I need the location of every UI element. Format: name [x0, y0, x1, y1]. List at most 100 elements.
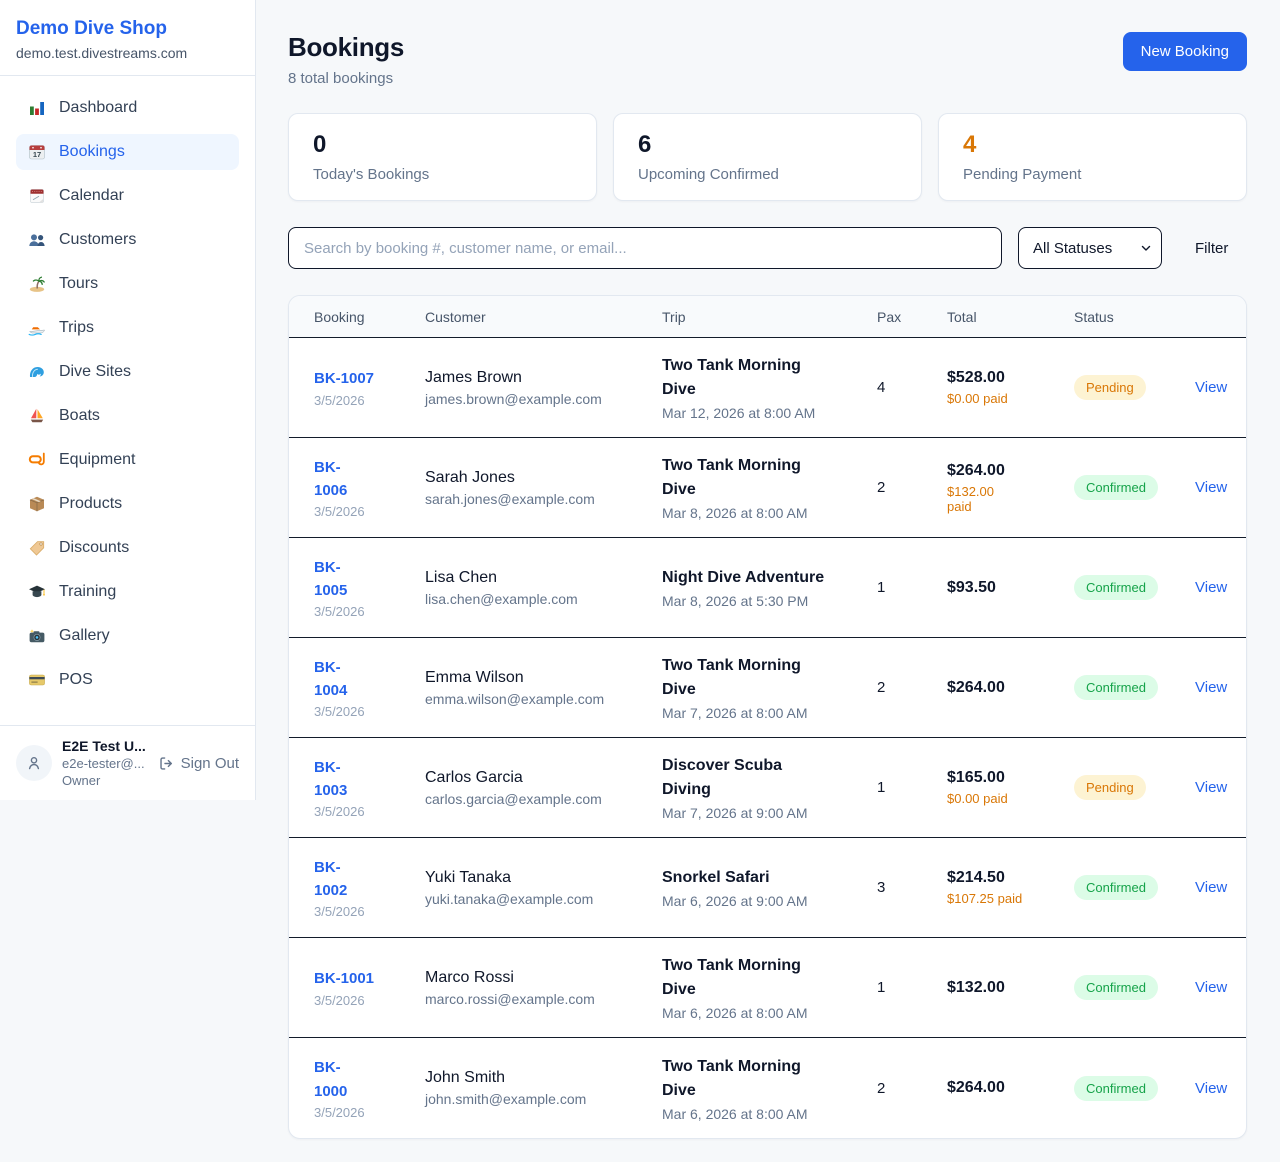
sidebar-item-training[interactable]: Training [16, 574, 239, 610]
sidebar-item-calendar[interactable]: Calendar [16, 178, 239, 214]
sidebar-item-label: Boats [59, 407, 100, 425]
person-icon [25, 754, 43, 772]
view-link[interactable]: View [1195, 479, 1246, 496]
column-header-status: Status [1074, 309, 1195, 325]
booking-id-link[interactable]: BK-1007 [314, 367, 413, 390]
stat-card: 0 Today's Bookings [288, 113, 597, 201]
shop-name: Demo Dive Shop [16, 18, 239, 40]
booking-id-link[interactable]: BK- 1004 [314, 656, 413, 703]
user-name: E2E Test U... [62, 738, 148, 754]
sidebar-item-label: Gallery [59, 627, 110, 645]
column-header-booking: Booking [289, 309, 425, 325]
total-amount: $528.00 [947, 369, 1062, 387]
view-link[interactable]: View [1195, 579, 1246, 596]
sidebar-item-tours[interactable]: Tours [16, 266, 239, 302]
status-badge: Pending [1074, 775, 1146, 800]
customer-name: Marco Rossi [425, 969, 650, 987]
paid-amount: $132.00 paid [947, 484, 1062, 514]
sidebar-item-label: Tours [59, 275, 98, 293]
sidebar-item-customers[interactable]: Customers [16, 222, 239, 258]
stats-row: 0 Today's Bookings 6 Upcoming Confirmed … [288, 113, 1247, 201]
page-title: Bookings [288, 32, 404, 63]
page-header: Bookings 8 total bookings New Booking [288, 32, 1247, 87]
status-cell: Confirmed [1074, 575, 1195, 600]
filter-row: All Statuses Filter [288, 227, 1247, 269]
customer-cell: James Brown james.brown@example.com [425, 369, 662, 407]
booking-cell: BK- 1002 3/5/2026 [289, 856, 425, 920]
search-input[interactable] [288, 227, 1002, 269]
sidebar-item-trips[interactable]: Trips [16, 310, 239, 346]
avatar [16, 745, 52, 781]
package-icon [28, 495, 46, 513]
table-row: BK-1007 3/5/2026 James Brown james.brown… [289, 338, 1246, 438]
sidebar-item-boats[interactable]: Boats [16, 398, 239, 434]
sidebar-footer: E2E Test U... e2e-tester@... Owner Sign … [0, 725, 255, 800]
table-row: BK- 1004 3/5/2026 Emma Wilson emma.wilso… [289, 638, 1246, 738]
column-header-trip: Trip [662, 309, 877, 325]
sidebar-item-discounts[interactable]: Discounts [16, 530, 239, 566]
trip-cell: Two Tank Morning Dive Mar 8, 2026 at 8:0… [662, 454, 877, 521]
booking-cell: BK- 1003 3/5/2026 [289, 756, 425, 820]
trip-datetime: Mar 7, 2026 at 8:00 AM [662, 705, 865, 721]
new-booking-button[interactable]: New Booking [1123, 32, 1247, 71]
booking-date: 3/5/2026 [314, 504, 413, 519]
pax-cell: 2 [877, 679, 947, 696]
sign-out-button[interactable]: Sign Out [158, 755, 239, 772]
stat-label: Upcoming Confirmed [638, 166, 897, 183]
sidebar-item-label: Trips [59, 319, 94, 337]
sidebar-item-label: Dive Sites [59, 363, 131, 381]
trip-datetime: Mar 8, 2026 at 5:30 PM [662, 593, 865, 609]
column-header-customer: Customer [425, 309, 662, 325]
booking-id-link[interactable]: BK- 1003 [314, 756, 413, 803]
booking-id-link[interactable]: BK- 1000 [314, 1056, 413, 1103]
total-cell: $264.00 [947, 1079, 1074, 1097]
sidebar-item-label: Discounts [59, 539, 129, 557]
total-amount: $93.50 [947, 579, 1062, 597]
view-link[interactable]: View [1195, 1080, 1246, 1097]
booking-id-link[interactable]: BK- 1006 [314, 456, 413, 503]
sidebar-item-gallery[interactable]: Gallery [16, 618, 239, 654]
booking-id-link[interactable]: BK- 1002 [314, 856, 413, 903]
diving-mask-icon [28, 451, 46, 469]
trip-datetime: Mar 6, 2026 at 8:00 AM [662, 1005, 865, 1021]
user-email: e2e-tester@... [62, 756, 148, 771]
sidebar-item-dashboard[interactable]: Dashboard [16, 90, 239, 126]
customer-cell: Emma Wilson emma.wilson@example.com [425, 669, 662, 707]
view-link[interactable]: View [1195, 779, 1246, 796]
stat-label: Today's Bookings [313, 166, 572, 183]
speedboat-icon [28, 319, 46, 337]
pax-cell: 2 [877, 1080, 947, 1097]
booking-id-link[interactable]: BK- 1005 [314, 556, 413, 603]
filter-button[interactable]: Filter [1195, 240, 1228, 257]
stat-card: 4 Pending Payment [938, 113, 1247, 201]
status-cell: Confirmed [1074, 675, 1195, 700]
status-badge: Confirmed [1074, 1076, 1158, 1101]
booking-id-link[interactable]: BK-1001 [314, 967, 413, 990]
customer-name: Sarah Jones [425, 469, 650, 487]
status-select[interactable]: All Statuses [1018, 227, 1162, 269]
sidebar-item-pos[interactable]: POS [16, 662, 239, 698]
total-amount: $132.00 [947, 979, 1062, 997]
table-header-row: BookingCustomerTripPaxTotalStatus [289, 296, 1246, 338]
sidebar-item-products[interactable]: Products [16, 486, 239, 522]
booking-cell: BK-1001 3/5/2026 [289, 967, 425, 1007]
customer-email: lisa.chen@example.com [425, 591, 650, 607]
sidebar-item-dive-sites[interactable]: Dive Sites [16, 354, 239, 390]
wave-icon [28, 363, 46, 381]
view-link[interactable]: View [1195, 879, 1246, 896]
view-link[interactable]: View [1195, 679, 1246, 696]
island-icon [28, 275, 46, 293]
pax-cell: 1 [877, 979, 947, 996]
sidebar-item-bookings[interactable]: 17 Bookings [16, 134, 239, 170]
view-link[interactable]: View [1195, 979, 1246, 996]
sidebar-item-equipment[interactable]: Equipment [16, 442, 239, 478]
booking-date: 3/5/2026 [314, 1105, 413, 1120]
customer-cell: John Smith john.smith@example.com [425, 1069, 662, 1107]
view-link[interactable]: View [1195, 379, 1246, 396]
status-cell: Confirmed [1074, 875, 1195, 900]
customer-email: john.smith@example.com [425, 1091, 650, 1107]
booking-cell: BK- 1005 3/5/2026 [289, 556, 425, 620]
booking-date: 3/5/2026 [314, 704, 413, 719]
table-row: BK- 1003 3/5/2026 Carlos Garcia carlos.g… [289, 738, 1246, 838]
sailboat-icon [28, 407, 46, 425]
